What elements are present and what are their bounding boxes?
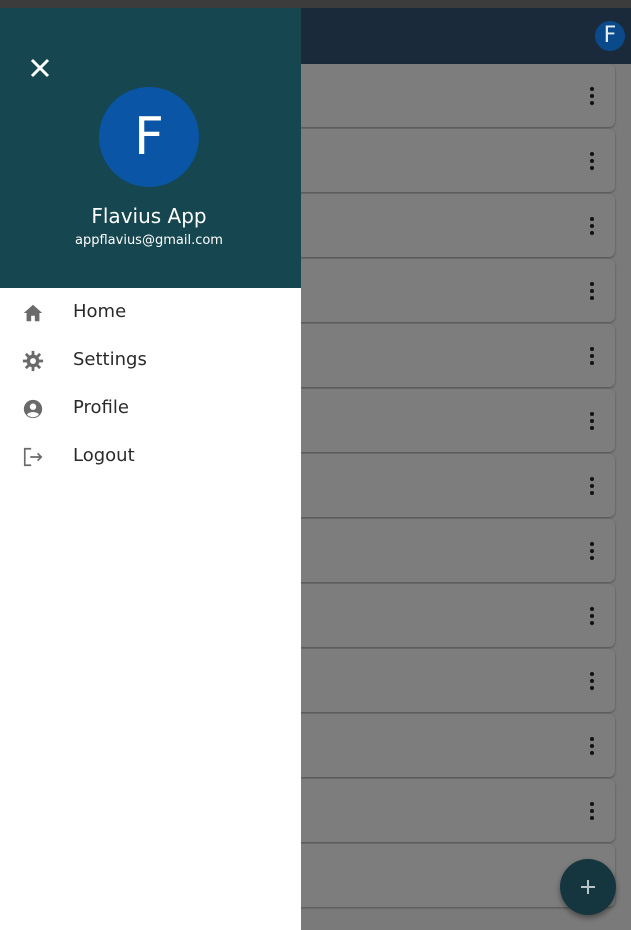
app-bar-avatar[interactable]: F [595,21,625,51]
plus-icon [581,880,595,894]
profile-avatar: F [99,87,199,187]
logout-icon [23,447,43,467]
more-vertical-icon[interactable] [589,671,595,690]
more-vertical-icon[interactable] [589,801,595,820]
add-fab-button[interactable] [560,859,616,915]
close-button[interactable] [28,56,52,80]
top-chrome-strip [0,0,631,8]
menu-item-label: Profile [73,397,129,418]
menu-item-label: Logout [73,445,135,466]
menu-item-label: Settings [73,349,147,370]
menu-item-logout[interactable]: Logout [0,432,301,480]
more-vertical-icon[interactable] [589,606,595,625]
more-vertical-icon[interactable] [589,411,595,430]
more-vertical-icon[interactable] [589,736,595,755]
more-vertical-icon[interactable] [589,346,595,365]
more-vertical-icon[interactable] [589,281,595,300]
menu-item-label: Home [73,301,127,322]
drawer-menu: Home Settings Profile Logout [0,288,301,480]
navigation-drawer: F Flavius App appflavius@gmail.com Home [0,8,301,930]
more-vertical-icon[interactable] [589,151,595,170]
home-icon [23,304,43,322]
close-icon [30,58,50,78]
menu-item-profile[interactable]: Profile [0,384,301,432]
menu-item-home[interactable]: Home [0,288,301,336]
menu-item-settings[interactable]: Settings [0,336,301,384]
more-vertical-icon[interactable] [589,476,595,495]
profile-name: Flavius App [91,204,207,228]
more-vertical-icon[interactable] [589,216,595,235]
account-circle-icon [23,399,43,419]
drawer-header: F Flavius App appflavius@gmail.com [0,8,301,288]
more-vertical-icon[interactable] [589,86,595,105]
more-vertical-icon[interactable] [589,541,595,560]
gear-icon [22,350,44,372]
profile-email: appflavius@gmail.com [75,233,223,248]
